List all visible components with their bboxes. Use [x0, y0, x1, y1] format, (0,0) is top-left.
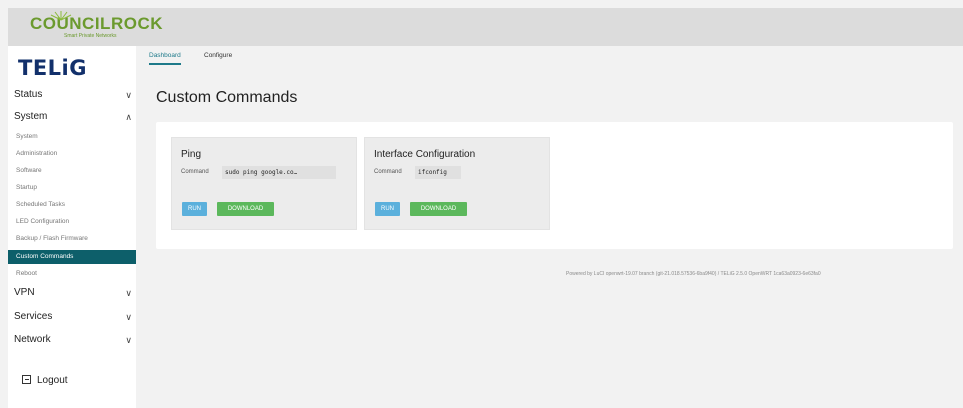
tab-configure[interactable]: Configure — [204, 52, 232, 63]
chevron-down-icon: ∨ — [125, 90, 132, 100]
nav-network-label: Network — [14, 334, 51, 345]
sidebar-item-software[interactable]: Software — [16, 164, 136, 178]
sidebar-item-administration[interactable]: Administration — [16, 147, 136, 161]
sidebar-item-startup[interactable]: Startup — [16, 181, 136, 195]
top-header: COUNCILROCK Smart Private Networks — [8, 8, 963, 46]
sidebar: TELiG Status ∨ System ∧ System Administr… — [8, 46, 136, 408]
tab-dashboard[interactable]: Dashboard — [149, 52, 181, 65]
download-button[interactable]: DOWNLOAD — [410, 202, 467, 216]
run-button[interactable]: RUN — [375, 202, 400, 216]
councilrock-logo: COUNCILROCK Smart Private Networks — [30, 11, 163, 39]
nav-vpn[interactable]: VPN ∨ — [14, 285, 132, 301]
run-button[interactable]: RUN — [182, 202, 207, 216]
command-label: Command — [181, 169, 209, 175]
logout-label: Logout — [37, 375, 68, 386]
sidebar-item-led-configuration[interactable]: LED Configuration — [16, 215, 136, 229]
sidebar-item-backup-flash-firmware[interactable]: Backup / Flash Firmware — [16, 232, 136, 246]
command-card-ping: Ping Command sudo ping google.co… RUN DO… — [171, 137, 357, 230]
nav-status[interactable]: Status ∨ — [14, 87, 132, 103]
telig-logo: TELiG — [18, 56, 87, 80]
command-value: ifconfig — [415, 166, 461, 179]
logo-rays-icon — [50, 11, 72, 21]
command-title: Ping — [181, 149, 202, 160]
chevron-down-icon: ∨ — [125, 335, 132, 345]
logout-icon — [22, 375, 31, 384]
command-label: Command — [374, 169, 402, 175]
command-card-interface-configuration: Interface Configuration Command ifconfig… — [364, 137, 550, 230]
nav-status-label: Status — [14, 89, 43, 100]
nav-vpn-label: VPN — [14, 287, 35, 298]
download-button[interactable]: DOWNLOAD — [217, 202, 274, 216]
sidebar-item-reboot[interactable]: Reboot — [16, 267, 136, 281]
page-title: Custom Commands — [156, 89, 298, 106]
chevron-down-icon: ∨ — [125, 288, 132, 298]
nav-system-label: System — [14, 111, 48, 122]
commands-panel: Ping Command sudo ping google.co… RUN DO… — [156, 122, 953, 249]
nav-services[interactable]: Services ∨ — [14, 309, 132, 325]
footer-text: Powered by LuCI openwrt-19.07 branch (gi… — [566, 271, 821, 277]
logout-link[interactable]: Logout — [22, 375, 68, 386]
nav-services-label: Services — [14, 311, 53, 322]
command-value: sudo ping google.co… — [222, 166, 336, 179]
chevron-up-icon: ∧ — [125, 112, 132, 122]
sidebar-item-scheduled-tasks[interactable]: Scheduled Tasks — [16, 198, 136, 212]
sidebar-item-system[interactable]: System — [16, 130, 136, 144]
chevron-down-icon: ∨ — [125, 312, 132, 322]
sidebar-item-custom-commands[interactable]: Custom Commands — [8, 250, 136, 264]
brand-tagline: Smart Private Networks — [64, 33, 117, 39]
nav-system[interactable]: System ∧ — [14, 109, 132, 125]
command-title: Interface Configuration — [374, 149, 476, 160]
nav-network[interactable]: Network ∨ — [14, 332, 132, 348]
